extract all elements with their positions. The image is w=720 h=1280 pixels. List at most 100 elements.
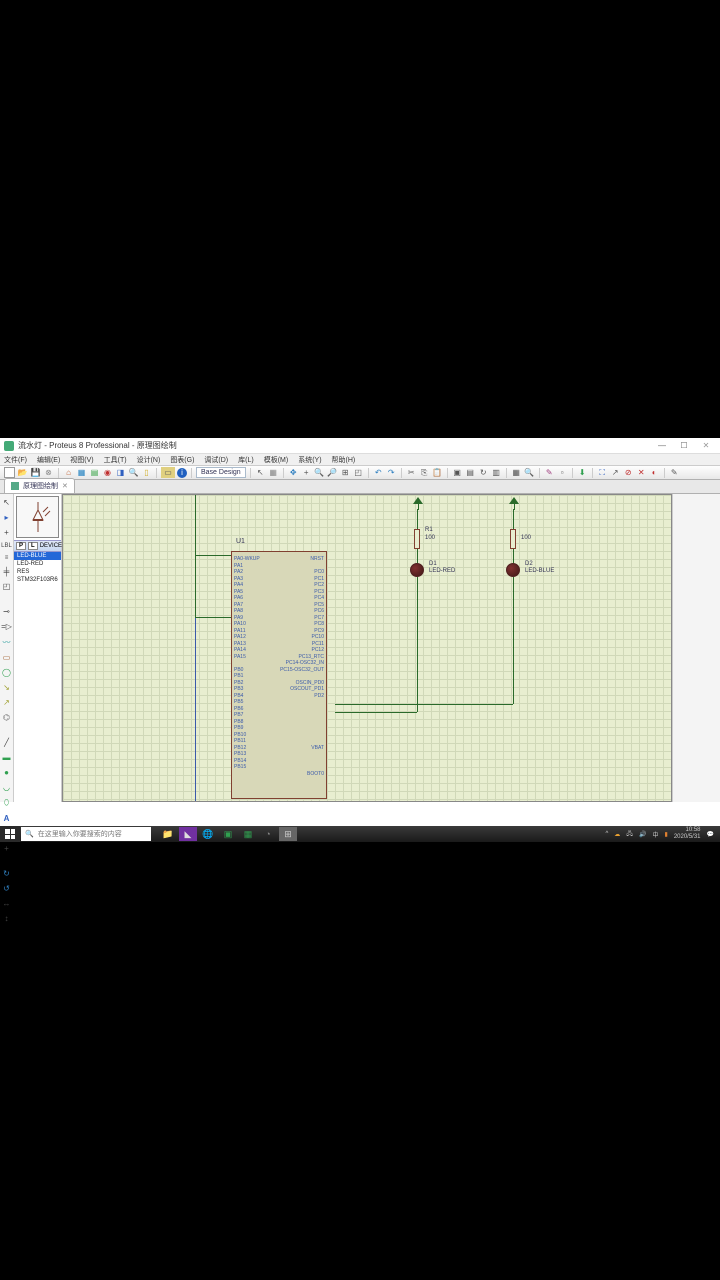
terminal-tool[interactable]: ⊸: [2, 607, 12, 616]
tray-clock[interactable]: 10:58 2020/5/31: [674, 827, 701, 841]
menu-edit[interactable]: 编辑(E): [37, 455, 60, 465]
zoom-in-button[interactable]: +: [301, 467, 312, 478]
import-button[interactable]: ⬇: [577, 467, 588, 478]
device-list[interactable]: LED-BLUE LED-RED RES STM32F103R6: [14, 552, 61, 584]
path-2d-tool[interactable]: ⬯: [2, 798, 12, 808]
text-2d-tool[interactable]: A: [2, 814, 12, 823]
component-u1[interactable]: U1 PA0-WKUPPA1PA2PA3PA4PA5PA6PA7PA8PA9PA…: [231, 551, 327, 799]
menu-help[interactable]: 帮助(H): [332, 455, 356, 465]
source-button[interactable]: ◨: [115, 467, 126, 478]
tape-tool[interactable]: ▭: [2, 653, 12, 662]
home-button[interactable]: ⌂: [63, 467, 74, 478]
menu-view[interactable]: 视图(V): [70, 455, 93, 465]
power-vcc-1[interactable]: [413, 497, 423, 509]
instrument-tool[interactable]: ⌬: [2, 713, 12, 722]
menu-debug[interactable]: 调试(D): [204, 455, 228, 465]
box-2d-tool[interactable]: ▬: [2, 753, 12, 762]
component-r1[interactable]: [414, 529, 420, 549]
probe-i-tool[interactable]: ↗: [2, 698, 12, 707]
menu-graph[interactable]: 图表(G): [170, 455, 194, 465]
info-button[interactable]: i: [177, 468, 187, 478]
taskbar-app-4[interactable]: ◔: [259, 827, 277, 841]
tray-onedrive-icon[interactable]: ☁: [614, 831, 620, 838]
tab-close-button[interactable]: ✕: [62, 482, 68, 490]
tray-chevron-icon[interactable]: ^: [605, 831, 608, 837]
taskbar-app-proteus[interactable]: ⊞: [279, 827, 297, 841]
property-button[interactable]: ▫: [557, 467, 568, 478]
nav-button[interactable]: ⛶: [597, 467, 608, 478]
pan-button[interactable]: ✥: [288, 467, 299, 478]
menu-design[interactable]: 设计(N): [137, 455, 161, 465]
arc-2d-tool[interactable]: ◡: [2, 783, 12, 792]
menu-system[interactable]: 系统(Y): [298, 455, 321, 465]
zoom-out-button[interactable]: 🔍: [314, 467, 325, 478]
delete-wire-button[interactable]: ✕: [636, 467, 647, 478]
menu-template[interactable]: 模板(M): [264, 455, 289, 465]
zoom-all-button[interactable]: ⊞: [340, 467, 351, 478]
device-item-led-red[interactable]: LED-RED: [14, 560, 61, 568]
tray-notifications-icon[interactable]: 💬: [707, 831, 714, 838]
bus-tool[interactable]: ╪: [2, 567, 12, 576]
block-rotate-button[interactable]: ↻: [478, 467, 489, 478]
cursor-button[interactable]: ↖: [255, 467, 266, 478]
selection-tool[interactable]: ↖: [2, 498, 12, 507]
maximize-button[interactable]: ☐: [674, 440, 694, 452]
save-button[interactable]: 💾: [30, 467, 41, 478]
junction-tool[interactable]: +: [2, 528, 12, 537]
circle-2d-tool[interactable]: ●: [2, 768, 12, 777]
close-project-button[interactable]: ⊗: [43, 467, 54, 478]
wire-label-tool[interactable]: LBL: [2, 543, 12, 549]
generator-tool[interactable]: ◯: [2, 668, 12, 677]
mirror-h-tool[interactable]: ↔: [2, 899, 12, 908]
taskbar-app-1[interactable]: ◣: [179, 827, 197, 841]
block-move-button[interactable]: ▤: [465, 467, 476, 478]
taskbar-search[interactable]: 🔍 在这里输入你要搜索的内容: [21, 827, 151, 841]
schematic-canvas[interactable]: U1 PA0-WKUPPA1PA2PA3PA4PA5PA6PA7PA8PA9PA…: [62, 494, 672, 802]
tray-network-icon[interactable]: 🖧: [626, 829, 633, 839]
wire-tool-button[interactable]: ✎: [544, 467, 555, 478]
device-item-led-blue[interactable]: LED-BLUE: [14, 552, 61, 560]
open-button[interactable]: 📂: [17, 467, 28, 478]
device-item-stm32[interactable]: STM32F103R6: [14, 576, 61, 584]
pick-button[interactable]: ▦: [511, 467, 522, 478]
power-vcc-2[interactable]: [509, 497, 519, 509]
component-d2-led-blue[interactable]: [506, 563, 520, 577]
tray-volume-icon[interactable]: 🔊: [639, 831, 646, 838]
component-d1-led-red[interactable]: [410, 563, 424, 577]
line-2d-tool[interactable]: ╱: [2, 738, 12, 747]
start-button[interactable]: [0, 826, 20, 842]
pcb-button[interactable]: ▤: [89, 467, 100, 478]
pick-devices-button[interactable]: P: [16, 542, 26, 550]
erc-button[interactable]: ◐: [649, 467, 660, 478]
design-dropdown[interactable]: Base Design: [196, 467, 246, 478]
subcircuit-tool[interactable]: ◰: [2, 582, 12, 591]
tray-battery-icon[interactable]: ▮: [665, 831, 668, 838]
block-copy-button[interactable]: ▣: [452, 467, 463, 478]
move-up-button[interactable]: ↗: [610, 467, 621, 478]
schematic-tab[interactable]: 原理图绘制 ✕: [4, 478, 75, 493]
tray-ime-icon[interactable]: 中: [652, 830, 658, 839]
taskbar-app-2[interactable]: ▣: [219, 827, 237, 841]
device-pin-tool[interactable]: =▷: [2, 622, 12, 631]
new-button[interactable]: ▫: [4, 467, 15, 478]
component-r2[interactable]: [510, 529, 516, 549]
device-item-res[interactable]: RES: [14, 568, 61, 576]
block-delete-button[interactable]: ▥: [491, 467, 502, 478]
paste-button[interactable]: 📋: [432, 467, 443, 478]
menu-tools[interactable]: 工具(T): [104, 455, 127, 465]
graph-tool[interactable]: 〰: [2, 637, 12, 647]
close-button[interactable]: ✕: [696, 440, 716, 452]
exclude-button[interactable]: ⊘: [623, 467, 634, 478]
memo-button[interactable]: ▭: [161, 467, 175, 478]
menu-library[interactable]: 库(L): [238, 455, 254, 465]
menu-file[interactable]: 文件(F): [4, 455, 27, 465]
rotate-cw-tool[interactable]: ↻: [2, 869, 12, 878]
edit-component-button[interactable]: ✎: [669, 467, 680, 478]
stop-button[interactable]: ◉: [102, 467, 113, 478]
zoom-fit-button[interactable]: 🔎: [327, 467, 338, 478]
library-button[interactable]: 🔍: [524, 467, 535, 478]
probe-v-tool[interactable]: ↘: [2, 683, 12, 692]
library-devices-button[interactable]: L: [28, 542, 38, 550]
taskbar-app-chrome[interactable]: 🌐: [199, 827, 217, 841]
undo-button[interactable]: ↶: [373, 467, 384, 478]
